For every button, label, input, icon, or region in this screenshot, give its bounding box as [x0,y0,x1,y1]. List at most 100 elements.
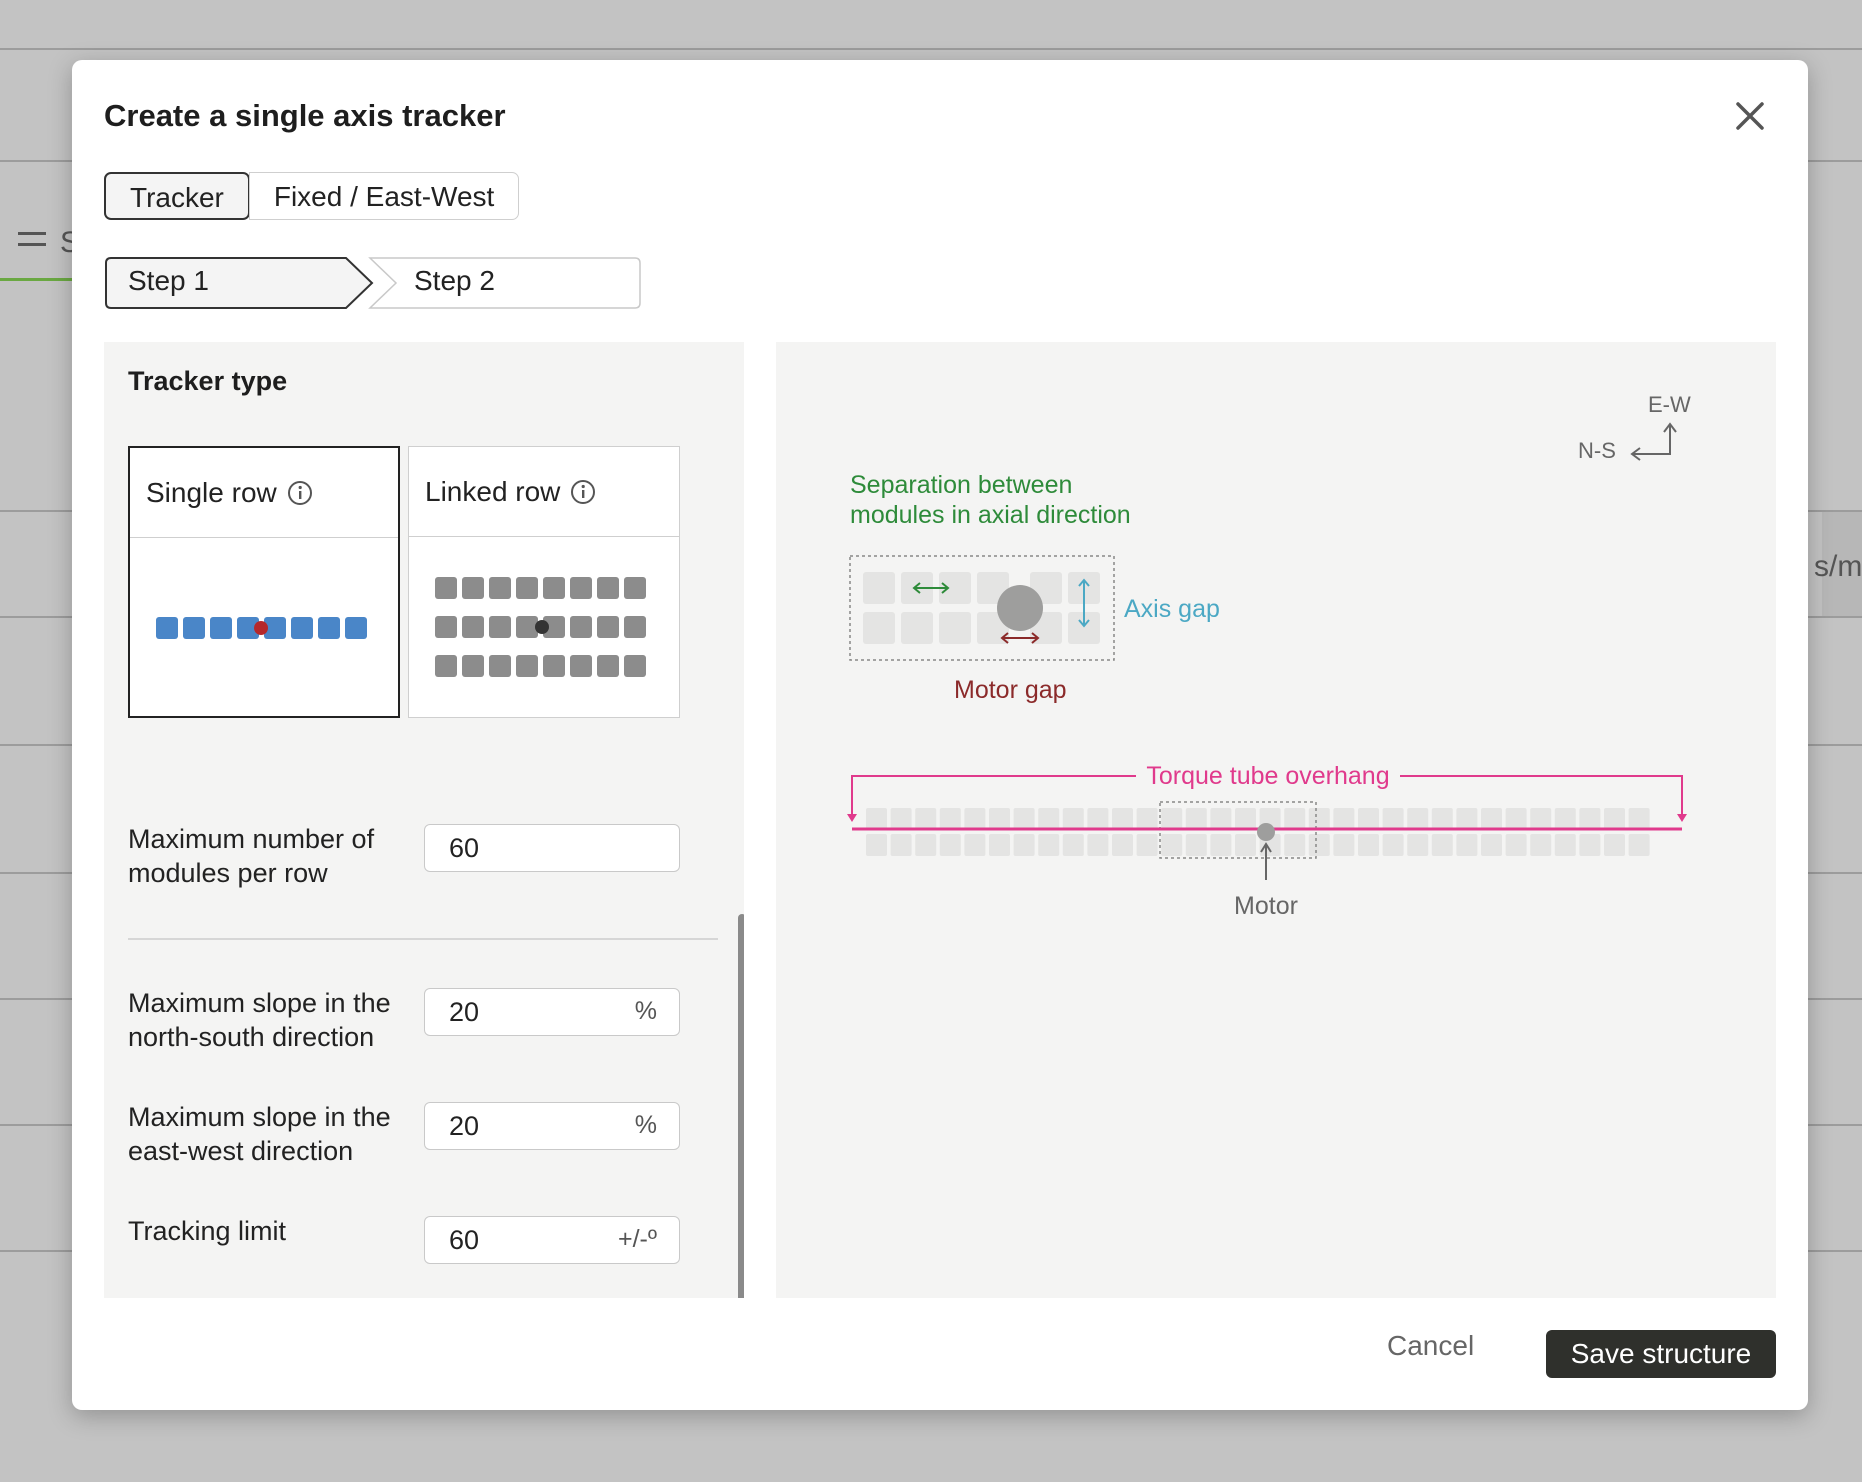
slope-ew-input[interactable]: 20 % [424,1102,680,1150]
module-cell [1579,808,1601,830]
form-scrollbar[interactable] [738,914,744,1298]
module-cell [1284,808,1306,830]
section-title: Tracker type [128,366,288,396]
module-cell [1530,834,1552,856]
tracker-type-single-row[interactable]: Single row [128,446,400,718]
tab-fixed-east-west[interactable]: Fixed / East-West [248,172,520,220]
module-cell [1112,834,1133,856]
module-cell [1382,834,1404,856]
card-header: Single row [130,448,398,538]
module-cell [1161,834,1183,856]
module-cell [1038,808,1060,830]
tracker-diagram-panel: E-W N-S Separation between modules in ax… [776,342,1776,1298]
structure-tabs: Tracker Fixed / East-West [104,172,520,220]
separation-label-line1: Separation between [850,471,1072,499]
module-cell [1087,808,1109,830]
module-cell [1358,808,1379,830]
bg-active-indicator [0,278,72,281]
module-cell [1333,808,1355,830]
cancel-button[interactable]: Cancel [1387,1330,1474,1362]
card-header: Linked row [409,447,679,537]
module-cell [890,808,912,830]
compass-ew-label: E-W [1648,392,1691,417]
tab-tracker[interactable]: Tracker [104,172,250,220]
module-cell [1038,834,1060,856]
input-value: 60 [449,1225,480,1255]
module-cell [1407,808,1429,830]
torque-tube-row [847,775,1687,880]
single-row-illustration [156,617,367,639]
module-cell [1628,808,1650,830]
module-cell [1013,808,1035,830]
module-cell [1407,834,1429,856]
module-cell [1087,834,1109,856]
module-cell [939,808,961,830]
step-2[interactable]: Step 2 [414,265,495,297]
close-icon[interactable] [1730,96,1770,136]
module-cell [1210,834,1232,856]
module-cell [915,808,937,830]
input-value: 20 [449,997,480,1027]
module-cell [1604,834,1625,856]
module-cell [1431,834,1453,856]
label-line: east-west direction [128,1136,354,1166]
module-cell [1062,834,1084,856]
tracker-type-linked-row[interactable]: Linked row [408,446,680,718]
step-1[interactable]: Step 1 [128,265,209,297]
tracker-form-panel: Tracker type Single row Linked row Maxim… [104,342,744,1298]
module-cell [1210,808,1232,830]
motor-gap-label: Motor gap [954,676,1067,704]
module-cell [1431,808,1453,830]
module-cell [1358,834,1379,856]
max-modules-label: Maximum number of modules per row [128,822,374,890]
module-cell [915,834,937,856]
module-cell [1579,834,1601,856]
module-cell [866,808,887,830]
tracking-limit-label: Tracking limit [128,1216,287,1246]
module-cell [939,834,961,856]
unit-label: % [634,997,657,1025]
module-cell [1481,834,1502,856]
compass-ns-label: N-S [1578,438,1616,463]
module-cell [1235,808,1256,830]
input-value: 60 [449,833,480,863]
module-cell [866,834,887,856]
create-tracker-dialog: Create a single axis tracker Tracker Fix… [72,60,1808,1410]
module-cell [1136,808,1158,830]
module-gap-detail [849,555,1115,661]
module-cell [1136,834,1158,856]
module-cell [1505,808,1527,830]
tracking-limit-input[interactable]: 60 +/-º [424,1216,680,1264]
module-cell [1185,808,1207,830]
module-cell [1308,808,1330,830]
card-label: Linked row [425,475,561,507]
module-cell [1235,834,1256,856]
module-cell [1161,808,1183,830]
tracker-diagram: E-W N-S Separation between modules in ax… [847,392,1691,920]
module-cell [1062,808,1084,830]
label-line: modules per row [128,858,328,888]
module-cell [1628,834,1650,856]
module-cell [1308,834,1330,856]
torque-tube-overhang-label: Torque tube overhang [1146,762,1389,790]
bg-fragment-text: s/m [1814,550,1862,583]
divider [128,938,718,940]
info-icon[interactable] [570,479,596,505]
max-modules-input[interactable]: 60 [424,824,680,872]
info-icon[interactable] [287,480,313,506]
axis-gap-label: Axis gap [1124,595,1220,623]
linked-row-illustration [435,577,646,677]
separation-label-line2: modules in axial direction [850,501,1131,529]
input-value: 20 [449,1111,480,1141]
module-cell [1481,808,1502,830]
menu-icon [18,232,46,235]
module-cell [1505,834,1527,856]
module-cell [989,808,1010,830]
label-line: Maximum slope in the [128,988,391,1018]
step-indicator: Step 1 Step 2 [104,256,644,310]
slope-ns-label: Maximum slope in the north-south directi… [128,986,391,1054]
save-structure-button[interactable]: Save structure [1546,1330,1776,1378]
label-line: Maximum number of [128,824,375,854]
slope-ns-input[interactable]: 20 % [424,988,680,1036]
module-cell [1185,834,1207,856]
